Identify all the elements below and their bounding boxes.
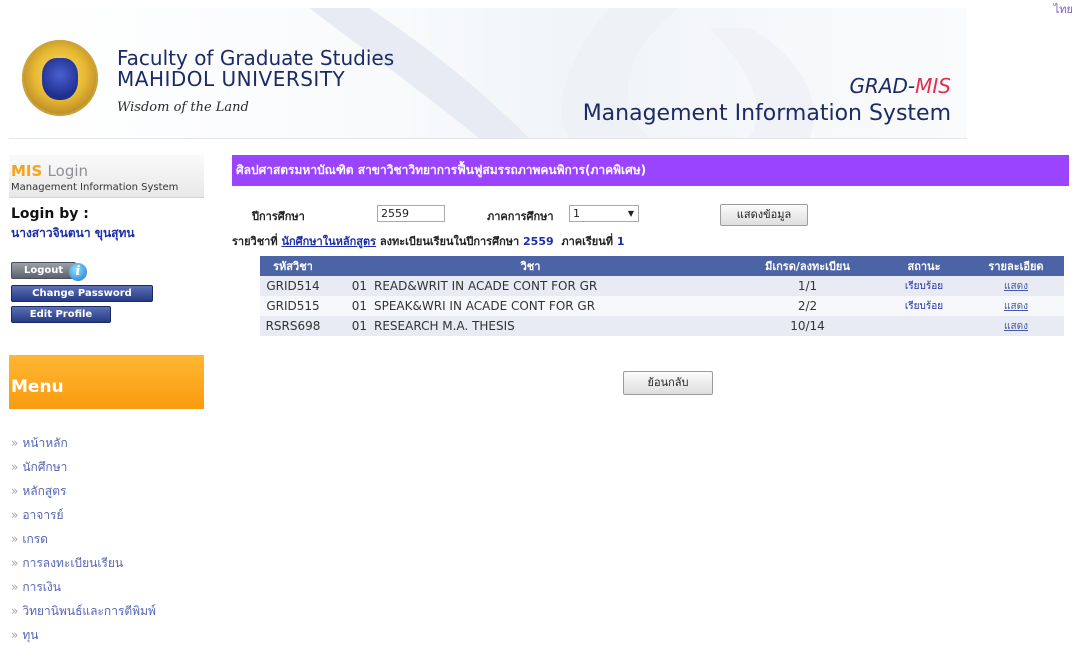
col-header-graded: มีเกรด/ลงทะเบียน — [735, 256, 880, 276]
course-section: 01 — [326, 296, 373, 316]
course-graded: 1/1 — [735, 276, 880, 296]
menu-item-lecturers[interactable]: » อาจารย์ — [9, 503, 204, 527]
info-prefix: รายวิชาที่ — [232, 235, 278, 248]
col-header-code: รหัสวิชา — [260, 256, 326, 276]
semester-select[interactable]: 1 ▼ — [569, 205, 639, 222]
courses-table: รหัสวิชา วิชา มีเกรด/ลงทะเบียน สถานะ ราย… — [260, 256, 1064, 336]
show-data-button[interactable]: แสดงข้อมูล — [720, 204, 808, 226]
university-seal-logo — [22, 40, 98, 116]
info-semester-label: ภาคเรียนที่ — [561, 235, 613, 248]
grad-mis-title: GRAD-MIS — [849, 74, 951, 98]
info-semester: 1 — [616, 235, 625, 248]
menu-item-grades[interactable]: » เกรด — [9, 527, 204, 551]
course-name: READ&WRIT IN ACADE CONT FOR GR — [373, 276, 735, 296]
course-name: RESEARCH M.A. THESIS — [373, 316, 735, 336]
page-title: ศิลปศาสตรมหาบัณฑิต สาขาวิชาวิทยาการฟื้นฟ… — [232, 155, 1069, 186]
course-section: 01 — [326, 316, 373, 336]
menu-item-label: หน้าหลัก — [22, 436, 68, 450]
logout-button[interactable]: Logout — [11, 262, 77, 279]
edit-profile-button[interactable]: Edit Profile — [11, 306, 111, 323]
menu-item-finance[interactable]: » การเงิน — [9, 575, 204, 599]
menu-item-label: วิทยานิพนธ์และการตีพิมพ์ — [22, 604, 156, 618]
course-section: 01 — [326, 276, 373, 296]
course-status — [880, 316, 968, 336]
user-name: นางสาวจินตนา ขุนสุทน — [11, 226, 135, 240]
table-row: RSRS698 01 RESEARCH M.A. THESIS 10/14 แส… — [260, 316, 1064, 336]
back-button[interactable]: ย้อนกลับ — [623, 371, 713, 395]
info-icon[interactable]: i — [69, 263, 87, 281]
system-name: Management Information System — [582, 101, 951, 126]
menu-item-label: นักศึกษา — [22, 460, 68, 474]
info-line: รายวิชาที่ นักศึกษาในหลักสูตร ลงทะเบียนเ… — [232, 232, 624, 250]
col-header-course: วิชา — [326, 256, 735, 276]
table-row: GRID515 01 SPEAK&WRI IN ACADE CONT FOR G… — [260, 296, 1064, 316]
col-header-status: สถานะ — [880, 256, 968, 276]
menu-title: Menu — [11, 377, 64, 397]
login-label: Login — [47, 162, 89, 180]
info-year: 2559 — [523, 235, 554, 248]
mis-login-title: MIS Login — [11, 155, 204, 180]
info-mid: ลงทะเบียนเรียนในปีการศึกษา — [379, 235, 520, 248]
table-header-row: รหัสวิชา วิชา มีเกรด/ลงทะเบียน สถานะ ราย… — [260, 256, 1064, 276]
course-graded: 2/2 — [735, 296, 880, 316]
menu-item-label: หลักสูตร — [22, 484, 67, 498]
menu-list: » หน้าหลัก » นักศึกษา » หลักสูตร » อาจารย์ »… — [9, 431, 204, 647]
mis-word: MIS — [915, 74, 951, 98]
university-name: MAHIDOL UNIVERSITY — [117, 67, 346, 91]
sidebar: MIS Login Management Information System … — [9, 155, 204, 647]
course-detail-link[interactable]: แสดง — [968, 276, 1064, 296]
change-password-button[interactable]: Change Password — [11, 285, 153, 302]
main-content: ศิลปศาสตรมหาบัณฑิต สาขาวิชาวิทยาการฟื้นฟ… — [232, 155, 1069, 395]
language-link[interactable]: ไทย — [1054, 0, 1073, 18]
course-detail-link[interactable]: แสดง — [968, 316, 1064, 336]
semester-label: ภาคการศึกษา — [487, 210, 554, 223]
filter-row: ปีการศึกษา 2559 ภาคการศึกษา 1 ▼ แสดงข้อมู… — [232, 204, 1069, 227]
col-header-detail: รายละเอียด — [968, 256, 1064, 276]
course-graded: 10/14 — [735, 316, 880, 336]
students-in-program-link[interactable]: นักศึกษาในหลักสูตร — [281, 235, 376, 248]
course-code: RSRS698 — [260, 316, 326, 336]
menu-item-label: ทุน — [22, 628, 39, 642]
table-row: GRID514 01 READ&WRIT IN ACADE CONT FOR G… — [260, 276, 1064, 296]
grad-word: GRAD- — [849, 74, 916, 98]
course-code: GRID515 — [260, 296, 326, 316]
mis-subtitle: Management Information System — [11, 182, 179, 193]
semester-value: 1 — [573, 207, 580, 220]
chevron-down-icon: ▼ — [627, 209, 634, 218]
menu-item-registration[interactable]: » การลงทะเบียนเรียน — [9, 551, 204, 575]
course-code: GRID514 — [260, 276, 326, 296]
menu-item-label: การเงิน — [22, 580, 61, 594]
course-detail-link[interactable]: แสดง — [968, 296, 1064, 316]
year-input[interactable]: 2559 — [377, 205, 445, 222]
menu-item-label: อาจารย์ — [22, 508, 64, 522]
site-header: Faculty of Graduate Studies MAHIDOL UNIV… — [9, 8, 967, 139]
course-status: เรียบร้อย — [880, 296, 968, 316]
menu-item-home[interactable]: » หน้าหลัก — [9, 431, 204, 455]
menu-item-scholarship[interactable]: » ทุน — [9, 623, 204, 647]
logout-row: Logout i — [11, 262, 204, 284]
menu-item-label: เกรด — [22, 532, 48, 546]
mis-label: MIS — [11, 162, 43, 180]
year-label: ปีการศึกษา — [252, 210, 305, 223]
login-by-label: Login by : — [11, 206, 89, 222]
tagline: Wisdom of the Land — [117, 100, 249, 115]
course-status: เรียบร้อย — [880, 276, 968, 296]
menu-item-curriculum[interactable]: » หลักสูตร — [9, 479, 204, 503]
menu-header: Menu — [9, 355, 204, 409]
menu-item-label: การลงทะเบียนเรียน — [22, 556, 124, 570]
menu-item-thesis[interactable]: » วิทยานิพนธ์และการตีพิมพ์ — [9, 599, 204, 623]
mis-login-box: MIS Login Management Information System — [9, 155, 204, 198]
course-name: SPEAK&WRI IN ACADE CONT FOR GR — [373, 296, 735, 316]
menu-item-students[interactable]: » นักศึกษา — [9, 455, 204, 479]
